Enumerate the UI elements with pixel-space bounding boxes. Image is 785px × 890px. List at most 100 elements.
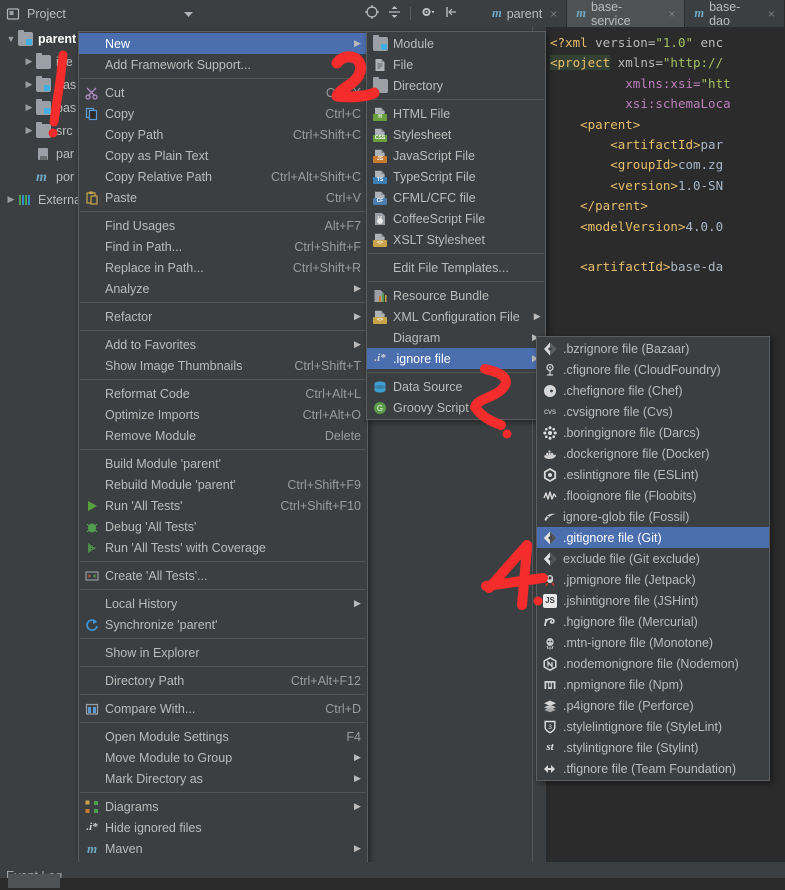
tree-expand-arrow[interactable]: ▶ bbox=[22, 102, 36, 113]
menu-item-jpmignore-file-jetpack[interactable]: .jpmignore file (Jetpack) bbox=[537, 569, 769, 590]
new-submenu[interactable]: Module File Directory H HTML File CSS Styleshe… bbox=[366, 31, 546, 420]
menu-item-build-module-parent[interactable]: Build Module 'parent' bbox=[79, 453, 367, 474]
menu-item-hide-ignored-files[interactable]: .i* Hide ignored files bbox=[79, 817, 367, 838]
menu-item-resource-bundle[interactable]: Resource Bundle bbox=[367, 285, 545, 306]
menu-item-show-in-explorer[interactable]: Show in Explorer bbox=[79, 642, 367, 663]
menu-item-run-all-tests[interactable]: Run 'All Tests' Ctrl+Shift+F10 bbox=[79, 495, 367, 516]
menu-item-compare-with[interactable]: Compare With... Ctrl+D bbox=[79, 698, 367, 719]
locate-icon[interactable] bbox=[365, 5, 379, 22]
menu-item-remove-module[interactable]: Remove Module Delete bbox=[79, 425, 367, 446]
menu-item-reformat-code[interactable]: Reformat Code Ctrl+Alt+L bbox=[79, 383, 367, 404]
menu-item-optimize-imports[interactable]: Optimize Imports Ctrl+Alt+O bbox=[79, 404, 367, 425]
menu-item-data-source[interactable]: Data Source bbox=[367, 376, 545, 397]
menu-item-nodemonignore-file-nodemon[interactable]: .nodemonignore file (Nodemon) bbox=[537, 653, 769, 674]
menu-item-eslintignore-file-eslint[interactable]: .eslintignore file (ESLint) bbox=[537, 464, 769, 485]
menu-item-diagram[interactable]: Diagram▶ bbox=[367, 327, 545, 348]
menu-item-tfignore-file-team-foundation[interactable]: .tfignore file (Team Foundation) bbox=[537, 758, 769, 779]
menu-item-find-in-path[interactable]: Find in Path... Ctrl+Shift+F bbox=[79, 236, 367, 257]
menu-item-directory[interactable]: Directory bbox=[367, 75, 545, 96]
menu-item-stylelintignore-file-stylelint[interactable]: 3 .stylelintignore file (StyleLint) bbox=[537, 716, 769, 737]
menu-item-paste[interactable]: Paste Ctrl+V bbox=[79, 187, 367, 208]
menu-item-p4ignore-file-perforce[interactable]: .p4ignore file (Perforce) bbox=[537, 695, 769, 716]
menu-item-gitignore-file-git[interactable]: .gitignore file (Git) bbox=[537, 527, 769, 548]
close-icon[interactable]: × bbox=[550, 7, 557, 21]
tree-expand-arrow[interactable]: ▶ bbox=[22, 125, 36, 136]
tree-expand-arrow[interactable]: ▶ bbox=[22, 79, 36, 90]
menu-item-new[interactable]: New ▶ bbox=[79, 33, 367, 54]
menu-item-synchronize-parent[interactable]: Synchronize 'parent' bbox=[79, 614, 367, 635]
menu-item-refactor[interactable]: Refactor ▶ bbox=[79, 306, 367, 327]
menu-item-maven[interactable]: m Maven ▶ bbox=[79, 838, 367, 859]
menu-item-flooignore-file-floobits[interactable]: .flooignore file (Floobits) bbox=[537, 485, 769, 506]
tree-expand-arrow[interactable]: ▶ bbox=[22, 56, 36, 67]
menu-item-cfml-cfc-file[interactable]: CF CFML/CFC file bbox=[367, 187, 545, 208]
menu-item-analyze[interactable]: Analyze ▶ bbox=[79, 278, 367, 299]
editor-tabs[interactable]: m parent × m base-service × m base-dao × bbox=[483, 0, 785, 28]
menu-item-open-module-settings[interactable]: Open Module Settings F4 bbox=[79, 726, 367, 747]
menu-item-copy-relative-path[interactable]: Copy Relative Path Ctrl+Alt+Shift+C bbox=[79, 166, 367, 187]
menu-item-typescript-file[interactable]: TS TypeScript File bbox=[367, 166, 545, 187]
menu-item-html-file[interactable]: H HTML File bbox=[367, 103, 545, 124]
menu-item-jshintignore-file-jshint[interactable]: JS .jshintignore file (JSHint) bbox=[537, 590, 769, 611]
menu-item-add-framework-support[interactable]: Add Framework Support... bbox=[79, 54, 367, 75]
menu-item-add-to-favorites[interactable]: Add to Favorites ▶ bbox=[79, 334, 367, 355]
bottom-tool-tab[interactable] bbox=[8, 874, 60, 888]
menu-item-ignore-file[interactable]: .i*.ignore file▶ bbox=[367, 348, 545, 369]
context-menu[interactable]: New ▶ Add Framework Support... Cut Ctrl+X Cop… bbox=[78, 31, 368, 890]
menu-item-copy-as-plain-text[interactable]: Copy as Plain Text bbox=[79, 145, 367, 166]
tree-expand-arrow[interactable]: ▶ bbox=[4, 194, 18, 205]
menu-item-xml-configuration-file[interactable]: <> XML Configuration File ▶ bbox=[367, 306, 545, 327]
menu-item-label: .stylintignore file (Stylint) bbox=[563, 740, 699, 755]
chevron-down-icon[interactable] bbox=[184, 7, 193, 21]
settings-gear-icon[interactable] bbox=[420, 5, 436, 22]
menu-item-cvsignore-file-cvs[interactable]: cvs .cvsignore file (Cvs) bbox=[537, 401, 769, 422]
menu-item-cfignore-file-cloudfoundry[interactable]: .cfignore file (CloudFoundry) bbox=[537, 359, 769, 380]
menu-item-move-module-to-group[interactable]: Move Module to Group ▶ bbox=[79, 747, 367, 768]
menu-item-hgignore-file-mercurial[interactable]: .hgignore file (Mercurial) bbox=[537, 611, 769, 632]
svg-text:G: G bbox=[377, 404, 383, 413]
menu-item-edit-file-templates[interactable]: Edit File Templates... bbox=[367, 257, 545, 278]
ignore-file-submenu[interactable]: .bzrignore file (Bazaar) .cfignore file (… bbox=[536, 336, 770, 781]
menu-item-stylintignore-file-stylint[interactable]: st .stylintignore file (Stylint) bbox=[537, 737, 769, 758]
menu-item-ignore-glob-file-fossil[interactable]: ignore-glob file (Fossil) bbox=[537, 506, 769, 527]
tree-expand-arrow[interactable]: ▼ bbox=[4, 34, 18, 44]
expand-collapse-icon[interactable] bbox=[388, 5, 401, 22]
menu-item-rebuild-module-parent[interactable]: Rebuild Module 'parent' Ctrl+Shift+F9 bbox=[79, 474, 367, 495]
menu-item-boringignore-file-darcs[interactable]: .boringignore file (Darcs) bbox=[537, 422, 769, 443]
menu-item-bzrignore-file-bazaar[interactable]: .bzrignore file (Bazaar) bbox=[537, 338, 769, 359]
menu-item-stylesheet[interactable]: CSS Stylesheet bbox=[367, 124, 545, 145]
menu-item-directory-path[interactable]: Directory Path Ctrl+Alt+F12 bbox=[79, 670, 367, 691]
menu-item-exclude-file-git-exclude[interactable]: exclude file (Git exclude) bbox=[537, 548, 769, 569]
menu-item-npmignore-file-npm[interactable]: .npmignore file (Npm) bbox=[537, 674, 769, 695]
menu-item-file[interactable]: File bbox=[367, 54, 545, 75]
close-icon[interactable]: × bbox=[668, 7, 675, 21]
maven-module-icon: m bbox=[576, 6, 586, 20]
menu-item-mark-directory-as[interactable]: Mark Directory as ▶ bbox=[79, 768, 367, 789]
menu-item-run-all-tests-with-coverage[interactable]: Run 'All Tests' with Coverage bbox=[79, 537, 367, 558]
editor-tab-base-service[interactable]: m base-service × bbox=[567, 0, 686, 28]
menu-item-copy-path[interactable]: Copy Path Ctrl+Shift+C bbox=[79, 124, 367, 145]
menu-item-module[interactable]: Module bbox=[367, 33, 545, 54]
menu-item-debug-all-tests[interactable]: Debug 'All Tests' bbox=[79, 516, 367, 537]
hide-icon[interactable] bbox=[445, 5, 458, 22]
menu-item-javascript-file[interactable]: JS JavaScript File bbox=[367, 145, 545, 166]
menu-item-find-usages[interactable]: Find Usages Alt+F7 bbox=[79, 215, 367, 236]
editor-tab-parent[interactable]: m parent × bbox=[483, 0, 568, 27]
menu-item-groovy-script[interactable]: G Groovy Script bbox=[367, 397, 545, 418]
close-icon[interactable]: × bbox=[768, 7, 775, 21]
menu-item-coffeescript-file[interactable]: CoffeeScript File bbox=[367, 208, 545, 229]
menu-item-xslt-stylesheet[interactable]: <> XSLT Stylesheet bbox=[367, 229, 545, 250]
menu-item-chefignore-file-chef[interactable]: .chefignore file (Chef) bbox=[537, 380, 769, 401]
menu-item-copy[interactable]: Copy Ctrl+C bbox=[79, 103, 367, 124]
menu-item-create-all-tests[interactable]: Create 'All Tests'... bbox=[79, 565, 367, 586]
menu-item-mtn-ignore-file-monotone[interactable]: .mtn-ignore file (Monotone) bbox=[537, 632, 769, 653]
editor-tab-base-dao[interactable]: m base-dao × bbox=[685, 0, 785, 28]
menu-item-cut[interactable]: Cut Ctrl+X bbox=[79, 82, 367, 103]
menu-item-replace-in-path[interactable]: Replace in Path... Ctrl+Shift+R bbox=[79, 257, 367, 278]
menu-item-show-image-thumbnails[interactable]: Show Image Thumbnails Ctrl+Shift+T bbox=[79, 355, 367, 376]
project-title-box[interactable]: Project bbox=[0, 7, 205, 21]
menu-item-dockerignore-file-docker[interactable]: .dockerignore file (Docker) bbox=[537, 443, 769, 464]
menu-item-local-history[interactable]: Local History ▶ bbox=[79, 593, 367, 614]
paste-icon bbox=[86, 191, 98, 205]
menu-item-diagrams[interactable]: Diagrams ▶ bbox=[79, 796, 367, 817]
